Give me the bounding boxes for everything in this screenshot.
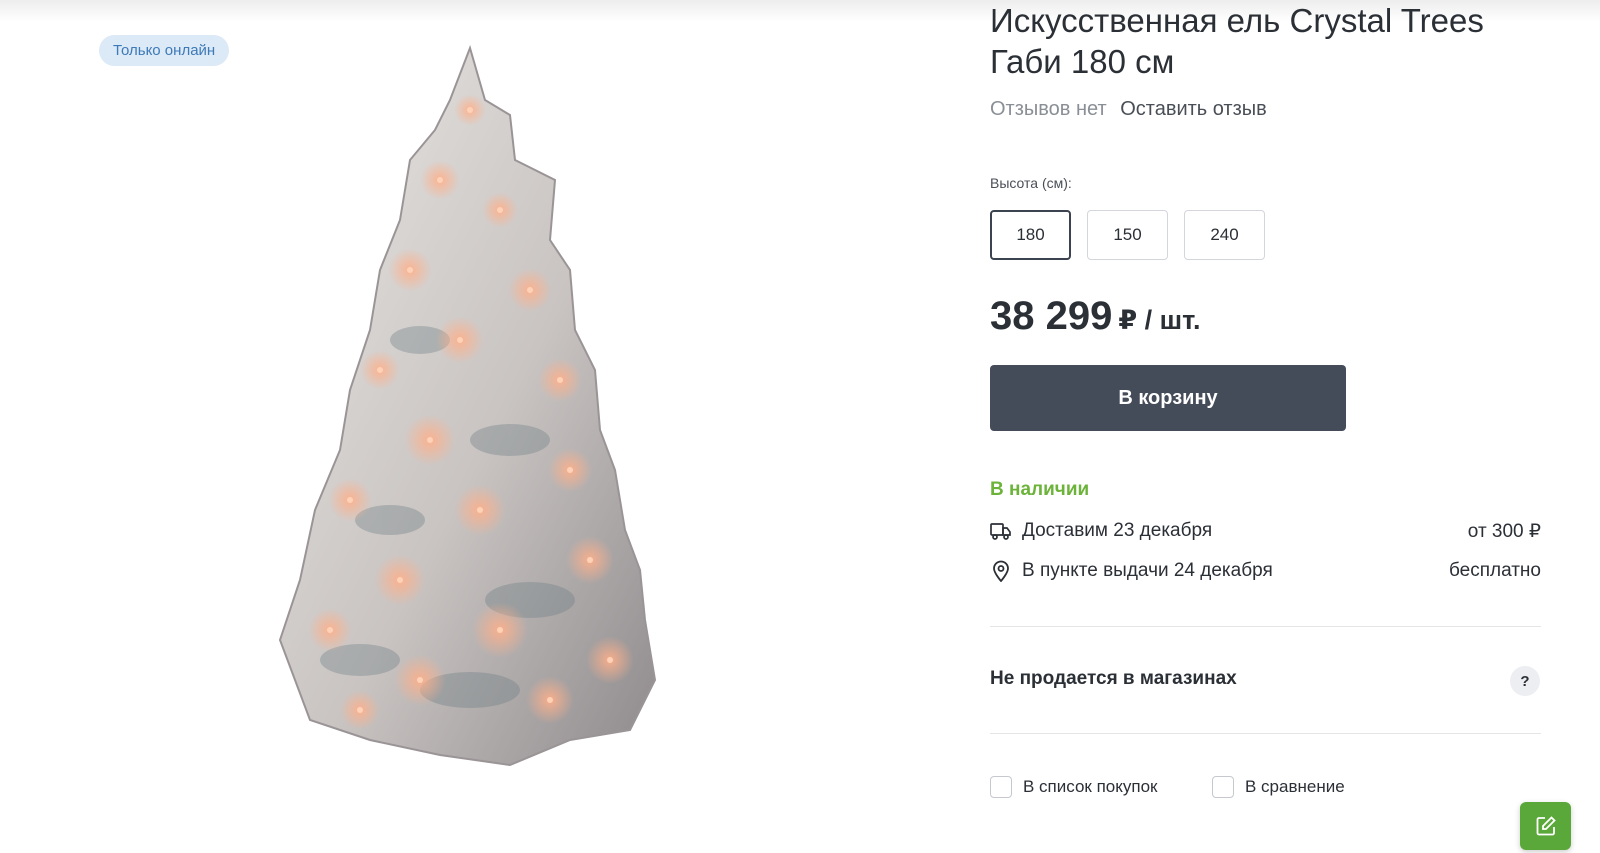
no-reviews-label: Отзывов нет [990,98,1107,120]
product-title: Искусственная ель Crystal Trees Габи 180… [990,2,1484,80]
size-option-180[interactable]: 180 [990,210,1071,260]
height-options: 180 150 240 [990,210,1265,260]
price: 38 299 ₽ / шт. [990,294,1201,339]
checkbox-box[interactable] [1212,776,1234,798]
delivery-pickup-cost: бесплатно [1448,560,1541,581]
price-amount: 38 299 [990,294,1113,338]
height-option-label: Высота (см): [990,175,1072,191]
shopping-list-checkbox[interactable]: В список покупок [990,776,1157,798]
divider [990,733,1541,734]
delivery-courier-cost: от 300 ₽ [1467,520,1541,542]
online-only-badge: Только онлайн [99,35,230,66]
delivery-courier-row: Доставим 23 декабря от 300 ₽ [990,518,1541,544]
compare-label: В сравнение [1245,777,1345,796]
help-icon[interactable]: ? [1510,666,1540,696]
checkbox-box[interactable] [990,776,1012,798]
christmas-tree-icon [278,44,657,767]
delivery-pickup-text: В пункте выдачи 24 декабря [1022,560,1273,581]
availability-status: В наличии [990,479,1090,500]
leave-review-link[interactable]: Оставить отзыв [1120,98,1267,120]
delivery-courier-text: Доставим 23 декабря [1022,520,1213,541]
truck-icon [990,520,1012,542]
divider [990,626,1541,627]
compare-checkbox[interactable]: В сравнение [1212,776,1345,798]
product-image[interactable] [270,40,670,800]
size-option-150[interactable]: 150 [1087,210,1168,260]
feedback-button[interactable] [1520,802,1571,850]
delivery-pickup-row: В пункте выдачи 24 декабря бесплатно [990,558,1541,584]
add-to-cart-button[interactable]: В корзину [990,365,1346,431]
edit-icon [1536,816,1556,836]
map-pin-icon [990,560,1012,582]
price-unit: ₽ / шт. [1118,305,1201,335]
size-option-240[interactable]: 240 [1184,210,1265,260]
reviews-row: Отзывов нет Оставить отзыв [990,96,1267,122]
store-availability-label: Не продается в магазинах [990,668,1237,689]
shopping-list-label: В список покупок [1023,777,1158,796]
